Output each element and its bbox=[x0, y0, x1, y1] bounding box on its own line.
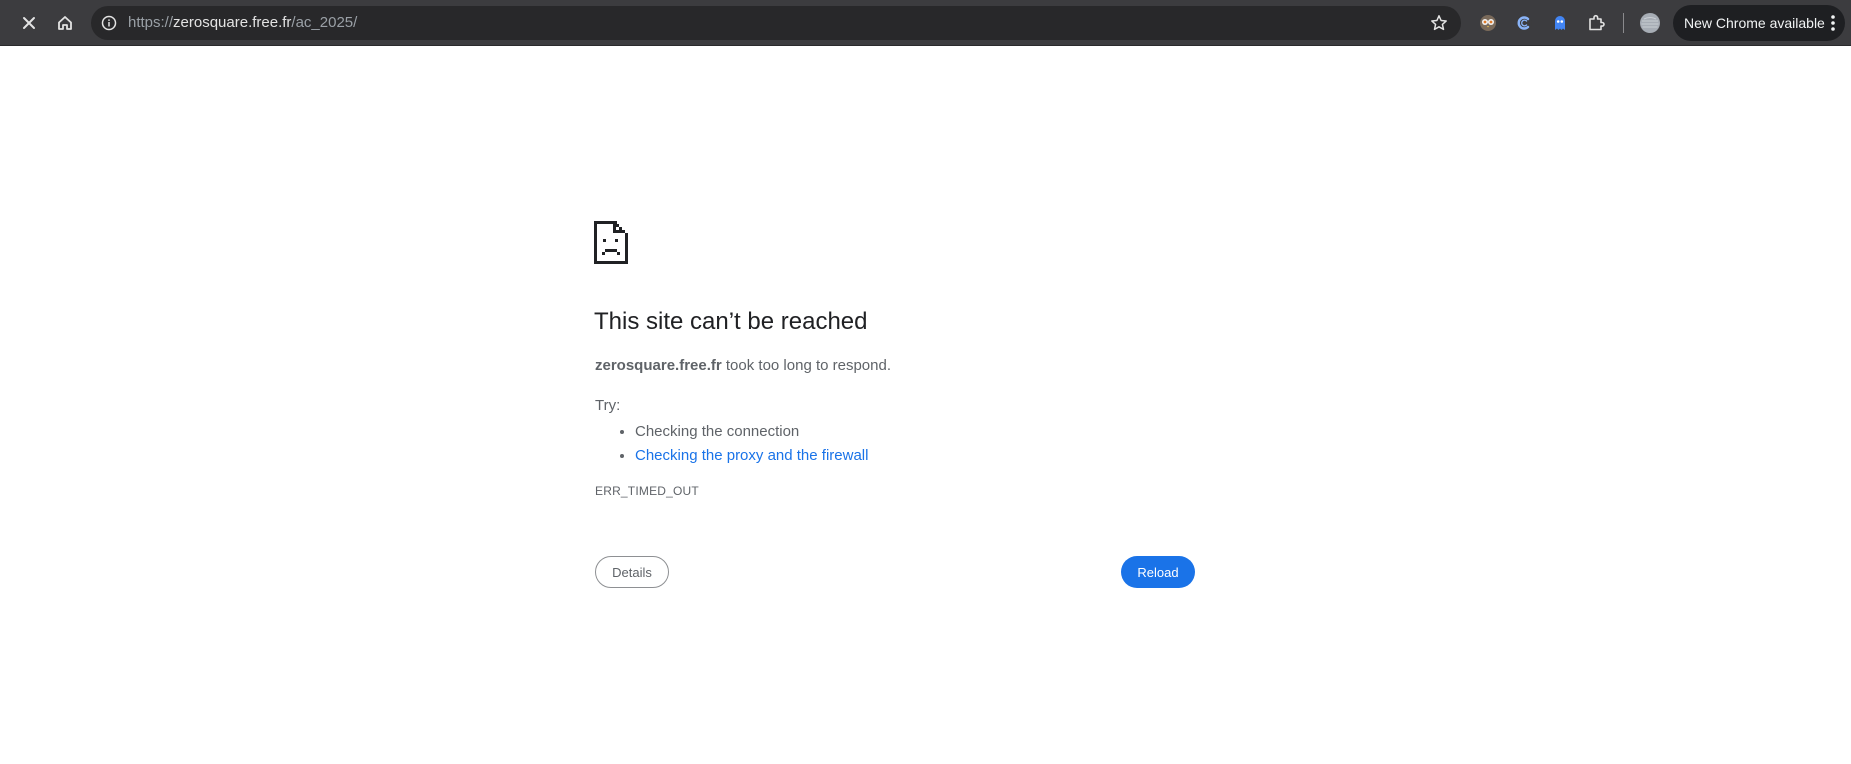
more-vert-icon[interactable] bbox=[1829, 14, 1837, 32]
url-scheme: https:// bbox=[128, 14, 174, 31]
extension-owl-icon[interactable] bbox=[1476, 11, 1500, 35]
close-icon bbox=[22, 16, 36, 30]
error-host: zerosquare.free.fr bbox=[595, 357, 722, 374]
info-icon[interactable] bbox=[98, 12, 120, 34]
url-text[interactable]: https://zerosquare.free.fr/ac_2025/ bbox=[128, 6, 357, 40]
new-chrome-available-button[interactable]: New Chrome available bbox=[1673, 5, 1845, 41]
profile-avatar-icon[interactable] bbox=[1638, 11, 1662, 35]
update-button-label: New Chrome available bbox=[1684, 15, 1825, 31]
home-button[interactable] bbox=[49, 7, 81, 39]
extension-ghost-icon[interactable] bbox=[1548, 11, 1572, 35]
extension-c-icon[interactable] bbox=[1512, 11, 1536, 35]
try-label: Try: bbox=[595, 397, 621, 414]
error-summary: zerosquare.free.fr took too long to resp… bbox=[595, 357, 891, 374]
url-path: /ac_2025/ bbox=[291, 14, 358, 31]
suggestion-check-proxy-firewall: Checking the proxy and the firewall bbox=[635, 444, 868, 468]
address-bar[interactable]: https://zerosquare.free.fr/ac_2025/ bbox=[91, 6, 1461, 40]
stop-loading-button[interactable] bbox=[13, 7, 45, 39]
toolbar-divider bbox=[1623, 13, 1624, 33]
error-title: This site can’t be reached bbox=[594, 308, 868, 335]
suggestion-check-connection: Checking the connection bbox=[635, 420, 868, 444]
star-icon[interactable] bbox=[1429, 13, 1449, 33]
details-button[interactable]: Details bbox=[595, 556, 669, 588]
check-proxy-firewall-link[interactable]: Checking the proxy and the firewall bbox=[635, 447, 868, 464]
sad-document-icon bbox=[594, 221, 628, 264]
reload-button[interactable]: Reload bbox=[1121, 556, 1195, 588]
url-host: zerosquare.free.fr bbox=[173, 14, 292, 31]
suggestions-list: Checking the connection Checking the pro… bbox=[595, 420, 868, 468]
error-page: This site can’t be reached zerosquare.fr… bbox=[0, 46, 1851, 764]
error-summary-text: took too long to respond. bbox=[721, 357, 892, 374]
error-code: ERR_TIMED_OUT bbox=[595, 484, 699, 498]
browser-toolbar: https://zerosquare.free.fr/ac_2025/ New … bbox=[0, 0, 1851, 46]
extensions-puzzle-icon[interactable] bbox=[1584, 11, 1608, 35]
home-icon bbox=[57, 15, 73, 31]
